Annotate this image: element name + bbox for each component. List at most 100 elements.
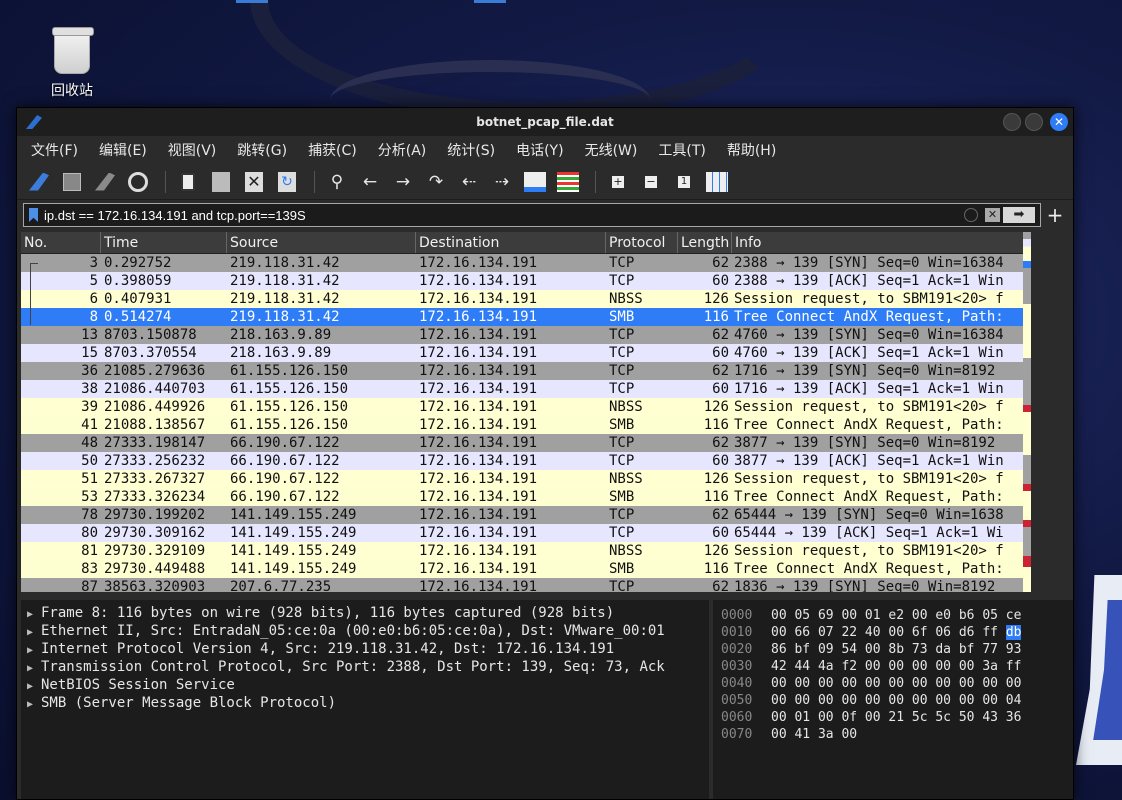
maximize-button[interactable] [1025, 113, 1043, 131]
display-filter-text[interactable]: ip.dst == 172.16.134.191 and tcp.port==1… [44, 208, 306, 223]
detail-row-ethernet[interactable]: ▶ Ethernet II, Src: EntradaN_05:ce:0a (00… [21, 622, 709, 640]
column-header-source[interactable]: Source [227, 232, 416, 253]
cell-src: 61.155.126.150 [230, 363, 349, 379]
colorize-icon[interactable] [554, 168, 582, 196]
menu-analyze[interactable]: 分析(A) [378, 140, 427, 160]
detail-row-ipv4[interactable]: ▶ Internet Protocol Version 4, Src: 219.1… [21, 640, 709, 658]
table-row[interactable]: 53 27333.326234 66.190.67.122 172.16.134.19… [21, 488, 1031, 506]
normal-size-icon[interactable]: 1 [670, 168, 698, 196]
gear-options-icon[interactable] [124, 168, 152, 196]
table-row[interactable]: 13 8703.150878 218.163.9.89 172.16.134.191 T… [21, 326, 1031, 344]
bytes-row[interactable]: 0060 00 01 00 0f 00 21 5c 5c 50 43 36 [713, 709, 1073, 726]
bytes-row[interactable]: 0010 00 66 07 22 40 00 6f 06 d6 ff db [713, 624, 1073, 641]
detail-row-tcp[interactable]: ▶ Transmission Control Protocol, Src Port… [21, 658, 709, 676]
goto-packet-icon[interactable]: ↷ [422, 168, 450, 196]
packet-minimap[interactable] [1023, 232, 1031, 592]
clear-filter-icon[interactable]: ✕ [985, 208, 1000, 222]
cell-len: 62 [712, 507, 729, 523]
cell-time: 0.407931 [104, 291, 172, 307]
column-header-no[interactable]: No. [21, 232, 101, 253]
table-row-selected[interactable]: 8 0.514274 219.118.31.42 172.16.134.191 SMB 1… [21, 308, 1031, 326]
bytes-row[interactable]: 0050 00 00 00 00 00 00 00 00 00 00 04 [713, 692, 1073, 709]
first-packet-icon[interactable]: ⇠ [455, 168, 483, 196]
cell-time: 8703.370554 [104, 345, 197, 361]
column-header-protocol[interactable]: Protocol [606, 232, 678, 253]
menu-file[interactable]: 文件(F) [31, 140, 78, 160]
column-header-time[interactable]: Time [101, 232, 227, 253]
search-icon[interactable]: ⚲ [323, 168, 351, 196]
table-row[interactable]: 39 21086.449926 61.155.126.150 172.16.134.1… [21, 398, 1031, 416]
table-row[interactable]: 38 21086.440703 61.155.126.150 172.16.134.1… [21, 380, 1031, 398]
close-file-icon[interactable]: ✕ [240, 168, 268, 196]
column-header-length[interactable]: Length [678, 232, 732, 253]
reload-icon[interactable]: ↻ [273, 168, 301, 196]
table-row[interactable]: 5 0.398059 219.118.31.42 172.16.134.191 TCP 6… [21, 272, 1031, 290]
cell-len: 62 [712, 435, 729, 451]
table-row[interactable]: 6 0.407931 219.118.31.42 172.16.134.191 NBSS… [21, 290, 1031, 308]
table-row[interactable]: 80 29730.309162 141.149.155.249 172.16.134.… [21, 524, 1031, 542]
table-row[interactable]: 50 27333.256232 66.190.67.122 172.16.134.19… [21, 452, 1031, 470]
open-file-icon[interactable] [174, 168, 202, 196]
table-row[interactable]: 48 27333.198147 66.190.67.122 172.16.134.19… [21, 434, 1031, 452]
cell-dst: 172.16.134.191 [419, 399, 538, 415]
table-row[interactable]: 81 29730.329109 141.149.155.249 172.16.134.… [21, 542, 1031, 560]
add-filter-button[interactable]: + [1043, 203, 1067, 227]
cell-dst: 172.16.134.191 [419, 525, 538, 541]
menu-edit[interactable]: 编辑(E) [99, 140, 147, 160]
detail-row-smb[interactable]: ▶ SMB (Server Message Block Protocol) [21, 694, 709, 712]
menu-telephony[interactable]: 电话(Y) [516, 140, 563, 160]
column-header-info[interactable]: Info [732, 232, 1031, 253]
cell-info: 2388 → 139 [ACK] Seq=1 Ack=1 Win [734, 273, 1004, 289]
bytes-row[interactable]: 0000 00 05 69 00 01 e2 00 e0 b6 05 ce [713, 607, 1073, 624]
cell-dst: 172.16.134.191 [419, 453, 538, 469]
cell-dst: 172.16.134.191 [419, 543, 538, 559]
cell-len: 62 [712, 327, 729, 343]
autoscroll-icon[interactable] [521, 168, 549, 196]
bytes-row[interactable]: 0040 00 00 00 00 00 00 00 00 00 00 00 [713, 675, 1073, 692]
close-button[interactable]: ✕ [1050, 113, 1068, 131]
back-arrow-icon[interactable]: ← [356, 168, 384, 196]
detail-row-nbss[interactable]: ▶ NetBIOS Session Service [21, 676, 709, 694]
recycle-bin-shortcut[interactable]: 回收站 [44, 27, 100, 100]
display-filter-input[interactable]: ip.dst == 172.16.134.191 and tcp.port==1… [23, 203, 1041, 227]
table-row[interactable]: 78 29730.199202 141.149.155.249 172.16.134.… [21, 506, 1031, 524]
column-header-destination[interactable]: Destination [416, 232, 606, 253]
table-row[interactable]: 15 8703.370554 218.163.9.89 172.16.134.191 T… [21, 344, 1031, 362]
zoom-in-icon[interactable]: + [604, 168, 632, 196]
menu-go[interactable]: 跳转(G) [237, 140, 287, 160]
bytes-row[interactable]: 0030 42 44 4a f2 00 00 00 00 00 3a ff [713, 658, 1073, 675]
cell-src: 219.118.31.42 [230, 291, 340, 307]
recent-filters-icon[interactable] [964, 208, 978, 222]
restart-fin-icon[interactable] [91, 168, 119, 196]
apply-filter-button[interactable]: ➡ [1003, 207, 1035, 223]
menu-statistics[interactable]: 统计(S) [447, 140, 495, 160]
highlighted-byte[interactable]: db [1005, 625, 1022, 640]
bookmark-icon[interactable] [29, 208, 38, 222]
title-bar[interactable]: botnet_pcap_file.dat ✕ [17, 108, 1073, 136]
file-set-icon[interactable] [207, 168, 235, 196]
detail-row-frame[interactable]: ▶ Frame 8: 116 bytes on wire (928 bits), … [21, 604, 709, 622]
cell-info: 65444 → 139 [SYN] Seq=0 Win=1638 [734, 507, 1004, 523]
bytes-row[interactable]: 0070 00 41 3a 00 [713, 726, 1073, 743]
expand-arrow-icon[interactable]: ▶ [27, 696, 41, 714]
menu-view[interactable]: 视图(V) [168, 140, 217, 160]
menu-capture[interactable]: 捕获(C) [308, 140, 357, 160]
menu-tools[interactable]: 工具(T) [658, 140, 705, 160]
zoom-out-icon[interactable]: − [637, 168, 665, 196]
cell-proto: NBSS [609, 399, 643, 415]
table-row[interactable]: 87 38563.320903 207.6.77.235 172.16.134.191… [21, 578, 1031, 592]
last-packet-icon[interactable]: ⇢ [488, 168, 516, 196]
table-row[interactable]: 3 0.292752 219.118.31.42 172.16.134.191 TCP 6… [21, 254, 1031, 272]
forward-arrow-icon[interactable]: → [389, 168, 417, 196]
menu-help[interactable]: 帮助(H) [727, 140, 776, 160]
shark-fin-start-icon[interactable] [25, 168, 53, 196]
table-row[interactable]: 51 27333.267327 66.190.67.122 172.16.134.19… [21, 470, 1031, 488]
stop-square-icon[interactable] [58, 168, 86, 196]
bytes-row[interactable]: 0020 86 bf 09 54 00 8b 73 da bf 77 93 [713, 641, 1073, 658]
minimize-button[interactable] [1003, 113, 1021, 131]
menu-wireless[interactable]: 无线(W) [585, 140, 638, 160]
resize-columns-icon[interactable] [703, 168, 731, 196]
table-row[interactable]: 41 21088.138567 61.155.126.150 172.16.134.1… [21, 416, 1031, 434]
table-row[interactable]: 83 29730.449488 141.149.155.249 172.16.134.… [21, 560, 1031, 578]
table-row[interactable]: 36 21085.279636 61.155.126.150 172.16.134.1… [21, 362, 1031, 380]
